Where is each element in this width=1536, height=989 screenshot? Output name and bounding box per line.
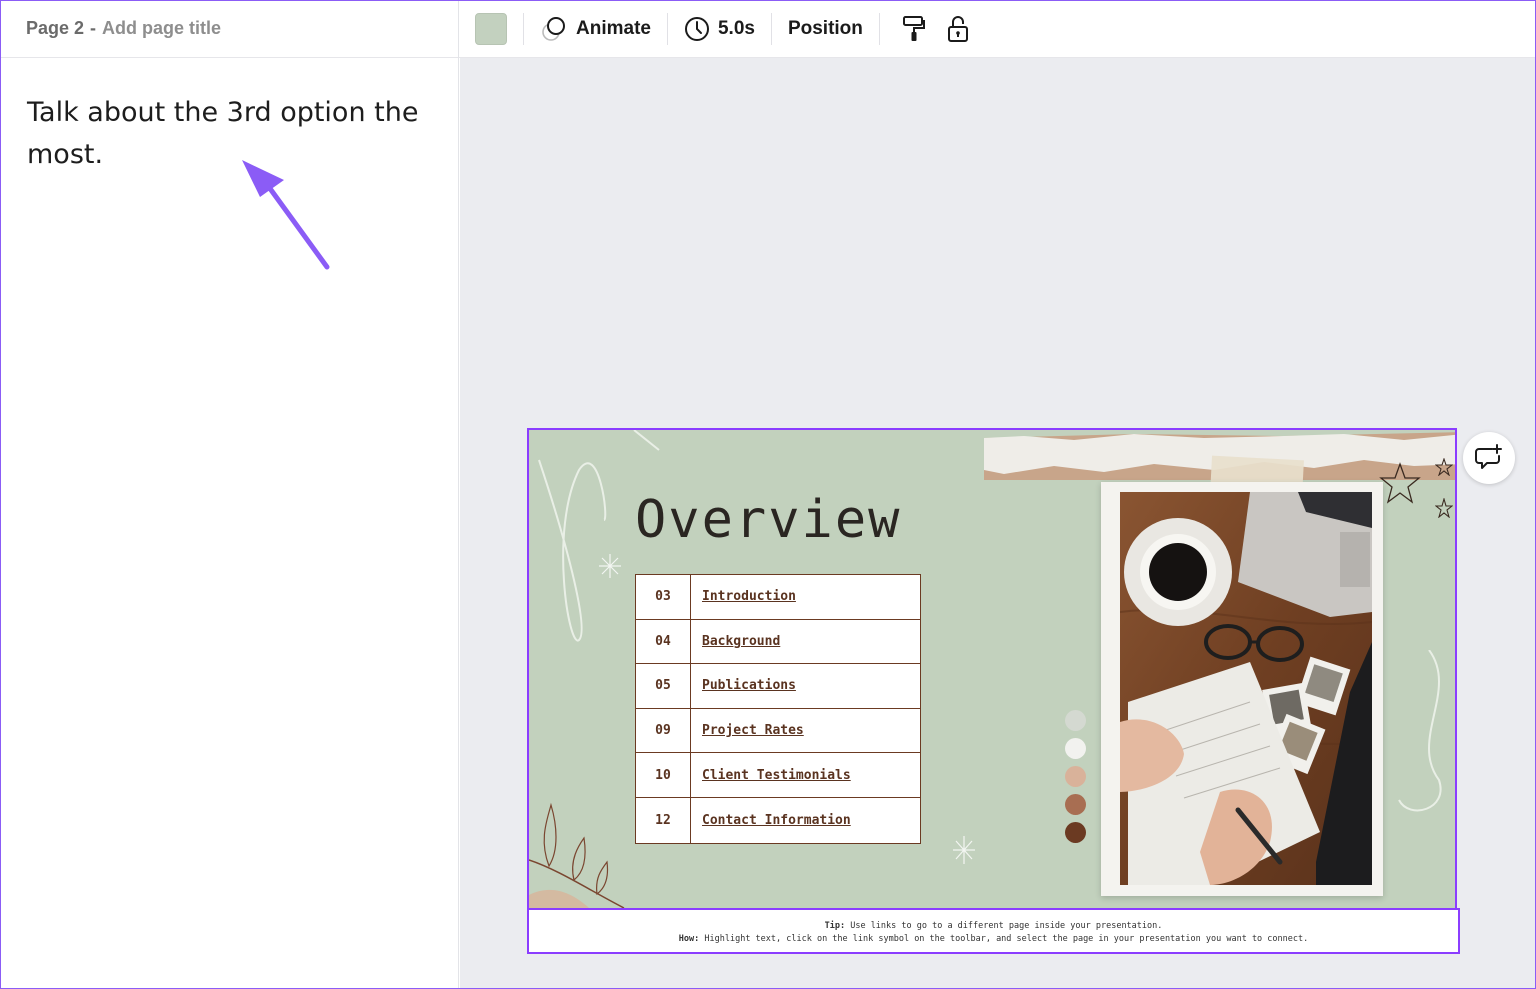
sparkle-icon	[599, 554, 621, 578]
toc-page-number: 12	[636, 797, 691, 843]
table-row[interactable]: 05 Publications	[636, 664, 920, 709]
add-comment-icon	[1475, 444, 1502, 469]
slide-canvas[interactable]: Overview 03 Introduction 04 Background 0…	[529, 430, 1455, 908]
star-icon	[1379, 462, 1421, 504]
notes-panel: Page 2 - Add page title Talk about the 3…	[0, 0, 459, 989]
table-row[interactable]: 03 Introduction	[636, 575, 920, 620]
toolbar-divider	[666, 12, 668, 45]
animate-icon	[542, 16, 565, 41]
page-separator: -	[90, 18, 97, 38]
how-label: How:	[678, 934, 700, 944]
table-row[interactable]: 10 Client Testimonials	[636, 753, 920, 798]
tip-label: Tip:	[824, 921, 846, 931]
toolbar-divider	[523, 12, 524, 45]
toc-page-number: 05	[636, 664, 691, 708]
toc-link[interactable]: Background	[691, 620, 920, 664]
how-line: How: Highlight text, click on the link s…	[529, 933, 1458, 946]
palette-swatch[interactable]	[1065, 794, 1086, 815]
toolbar-divider	[770, 12, 772, 45]
color-swatch-button[interactable]	[475, 12, 507, 45]
clock-icon	[684, 16, 709, 41]
add-comment-button[interactable]	[1463, 432, 1515, 484]
table-row[interactable]: 04 Background	[636, 619, 920, 665]
paint-roller-icon	[902, 15, 925, 41]
palette-swatch[interactable]	[1065, 710, 1086, 731]
table-of-contents[interactable]: 03 Introduction 04 Background 05 Publica…	[635, 574, 921, 844]
page-label: Page 2	[26, 18, 85, 38]
animate-label: Animate	[576, 17, 651, 39]
position-button[interactable]: Position	[788, 9, 863, 49]
tip-text: Use links to go to a different page insi…	[850, 921, 1163, 931]
tip-line: Tip: Use links to go to a different page…	[529, 920, 1458, 933]
palette-swatch[interactable]	[1065, 738, 1086, 759]
toc-link[interactable]: Publications	[691, 664, 920, 708]
palette-swatch[interactable]	[1065, 822, 1086, 843]
toc-link[interactable]: Contact Information	[691, 798, 920, 843]
desk-photo[interactable]	[1120, 492, 1372, 885]
scribble-decoration	[1398, 650, 1442, 812]
duration-button[interactable]: 5.0s	[684, 9, 755, 49]
lock-button[interactable]	[940, 11, 976, 47]
palette-swatch[interactable]	[1065, 766, 1086, 787]
animate-button[interactable]: Animate	[540, 9, 651, 49]
editor-toolbar: Animate 5.0s Position	[459, 0, 1536, 58]
star-icon	[1435, 458, 1453, 476]
desk-photo-illustration	[1120, 492, 1372, 885]
toc-page-number: 03	[636, 575, 691, 619]
star-icon	[1435, 498, 1453, 518]
slide-title[interactable]: Overview	[635, 490, 901, 550]
toc-link[interactable]: Client Testimonials	[691, 753, 920, 797]
table-row[interactable]: 12 Contact Information	[636, 797, 920, 843]
page-title-input[interactable]: Add page title	[102, 18, 221, 39]
toc-page-number: 04	[636, 619, 691, 664]
notes-text[interactable]: Talk about the 3rd option the most.	[27, 92, 427, 176]
position-label: Position	[787, 17, 863, 39]
toc-link[interactable]: Project Rates	[691, 709, 920, 753]
sparkle-icon	[953, 836, 975, 864]
toc-page-number: 10	[636, 753, 691, 797]
color-palette	[1065, 710, 1087, 850]
page-header: Page 2 - Add page title	[0, 0, 458, 58]
copy-style-button[interactable]	[896, 11, 932, 47]
table-row[interactable]: 09 Project Rates	[636, 708, 920, 754]
pointer-arrow-icon	[242, 160, 330, 270]
unlock-icon	[947, 15, 968, 42]
photo-frame[interactable]	[1101, 482, 1383, 896]
how-text: Highlight text, click on the link symbol…	[704, 934, 1309, 944]
leaf-branch-decoration	[529, 802, 625, 908]
toolbar-divider	[878, 12, 880, 45]
toc-link[interactable]: Introduction	[691, 575, 920, 619]
tip-textbox[interactable]: Tip: Use links to go to a different page…	[527, 908, 1460, 954]
duration-label: 5.0s	[717, 17, 755, 39]
toc-page-number: 09	[636, 708, 691, 753]
